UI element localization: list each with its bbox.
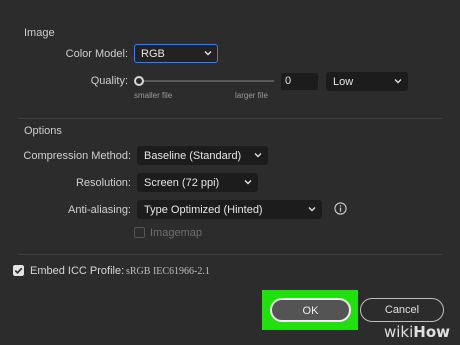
resolution-value: Screen (72 ppi) [144, 177, 220, 189]
imagemap-label: Imagemap [150, 227, 202, 239]
quality-preset-value: Low [333, 76, 354, 88]
options-section-title: Options [24, 125, 62, 137]
chevron-down-icon [308, 207, 316, 212]
anti-aliasing-select[interactable]: Type Optimized (Hinted) [137, 200, 322, 219]
embed-icc-checkbox[interactable] [13, 265, 24, 276]
compression-method-value: Baseline (Standard) [144, 150, 242, 162]
quality-slider-knob[interactable] [134, 76, 144, 86]
imagemap-checkbox[interactable] [134, 227, 145, 238]
chevron-down-icon [394, 79, 402, 84]
section-divider [18, 254, 442, 255]
quality-max-label: larger file [235, 91, 268, 100]
chevron-down-icon [254, 153, 262, 158]
compression-method-label: Compression Method: [23, 150, 131, 162]
icc-profile-name: sRGB IEC61966-2.1 [126, 266, 210, 277]
color-model-label: Color Model: [65, 48, 128, 60]
watermark-wiki: wiki [384, 323, 414, 341]
image-section-title: Image [24, 27, 55, 39]
ok-button[interactable]: OK [270, 298, 351, 322]
watermark-how: How [413, 323, 451, 341]
export-options-dialog: Image Color Model: RGB Quality: smaller … [0, 0, 460, 345]
quality-min-label: smaller file [134, 91, 173, 100]
resolution-select[interactable]: Screen (72 ppi) [137, 173, 258, 192]
section-divider [18, 118, 442, 119]
quality-slider-track[interactable] [140, 80, 274, 82]
resolution-label: Resolution: [75, 177, 131, 189]
compression-method-select[interactable]: Baseline (Standard) [137, 146, 268, 165]
chevron-down-icon [244, 180, 252, 185]
color-model-select[interactable]: RGB [134, 44, 218, 63]
wikihow-watermark: wikiHow [384, 323, 450, 341]
color-model-value: RGB [141, 48, 165, 60]
info-icon[interactable] [334, 202, 347, 215]
cancel-button[interactable]: Cancel [360, 298, 444, 322]
anti-aliasing-label: Anti-aliasing: [68, 204, 131, 216]
quality-label: Quality: [90, 75, 128, 87]
quality-value-field[interactable]: 0 [281, 73, 318, 90]
chevron-down-icon [204, 51, 212, 56]
anti-aliasing-value: Type Optimized (Hinted) [144, 204, 263, 216]
embed-icc-label: Embed ICC Profile: [30, 265, 125, 277]
quality-preset-select[interactable]: Low [326, 72, 408, 91]
